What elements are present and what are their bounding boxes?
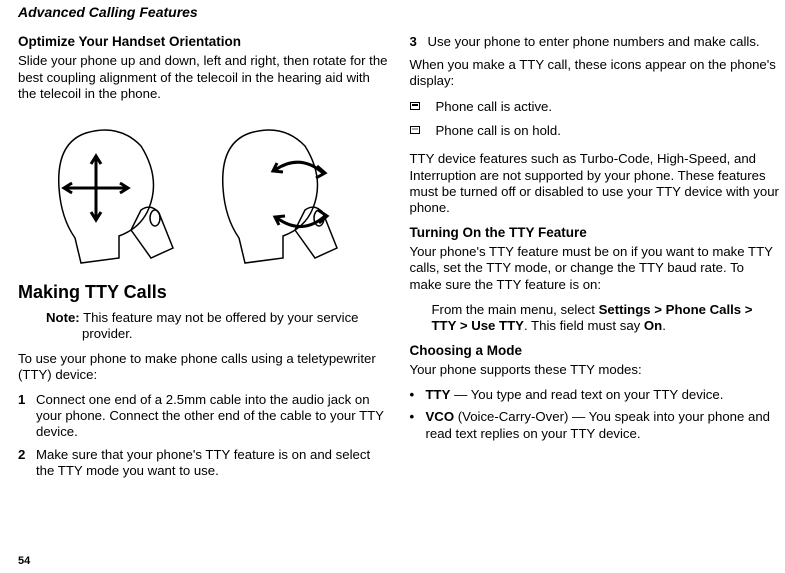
icon-row-text: Phone call is on hold. [436, 123, 780, 139]
icon-row-text: Phone call is active. [436, 99, 780, 115]
mode-desc: (Voice-Carry-Over) — You speak into your… [426, 409, 771, 440]
mode-text: TTY — You type and read text on your TTY… [426, 387, 780, 403]
handset-orientation-figure [28, 118, 378, 268]
mode-name: VCO [426, 409, 455, 424]
tty-icon-table: Phone call is active. Phone call is on h… [410, 99, 780, 139]
para-modes-intro: Your phone supports these TTY modes: [410, 362, 780, 378]
para-icons-intro: When you make a TTY call, these icons ap… [410, 57, 780, 89]
subhead-turning-on: Turning On the TTY Feature [410, 225, 780, 241]
step-3: 3 Use your phone to enter phone numbers … [410, 34, 780, 50]
step-2: 2 Make sure that your phone's TTY featur… [18, 447, 388, 479]
left-column: Optimize Your Handset Orientation Slide … [18, 34, 388, 487]
page-number: 54 [18, 555, 30, 567]
heading-making-tty-calls: Making TTY Calls [18, 282, 388, 304]
tty-hold-icon [410, 125, 436, 138]
head-slide-icon [41, 118, 201, 268]
step-text: Use your phone to enter phone numbers an… [428, 34, 780, 50]
para-tty-intro: To use your phone to make phone calls us… [18, 351, 388, 383]
step-number: 1 [18, 392, 36, 440]
step-number: 3 [410, 34, 428, 50]
para-tty-on: Your phone's TTY feature must be on if y… [410, 244, 780, 292]
subhead-optimize: Optimize Your Handset Orientation [18, 34, 388, 50]
menu-path-on: On [644, 318, 662, 333]
menu-path-pre: From the main menu, select [432, 302, 599, 317]
subhead-choosing-mode: Choosing a Mode [410, 343, 780, 359]
note-label: Note: [46, 310, 80, 325]
tty-active-icon [410, 101, 436, 114]
bullet-icon: • [410, 409, 426, 441]
head-rotate-icon [205, 118, 365, 268]
mode-tty: • TTY — You type and read text on your T… [410, 387, 780, 403]
bullet-icon: • [410, 387, 426, 403]
mode-text: VCO (Voice-Carry-Over) — You speak into … [426, 409, 780, 441]
mode-name: TTY [426, 387, 451, 402]
menu-path-mid: . This field must say [524, 318, 644, 333]
menu-path: From the main menu, select Settings > Ph… [432, 302, 780, 334]
page-header: Advanced Calling Features [18, 4, 779, 20]
para-optimize: Slide your phone up and down, left and r… [18, 53, 388, 101]
note-text: This feature may not be offered by your … [80, 310, 359, 341]
para-unsupported: TTY device features such as Turbo-Code, … [410, 151, 780, 215]
right-column: 3 Use your phone to enter phone numbers … [410, 34, 780, 487]
step-number: 2 [18, 447, 36, 479]
mode-vco: • VCO (Voice-Carry-Over) — You speak int… [410, 409, 780, 441]
menu-path-post: . [662, 318, 666, 333]
step-text: Connect one end of a 2.5mm cable into th… [36, 392, 388, 440]
note-service-provider: Note: This feature may not be offered by… [46, 310, 388, 342]
icon-row-active: Phone call is active. [410, 99, 780, 115]
step-1: 1 Connect one end of a 2.5mm cable into … [18, 392, 388, 440]
icon-row-hold: Phone call is on hold. [410, 123, 780, 139]
step-text: Make sure that your phone's TTY feature … [36, 447, 388, 479]
mode-desc: — You type and read text on your TTY dev… [450, 387, 723, 402]
